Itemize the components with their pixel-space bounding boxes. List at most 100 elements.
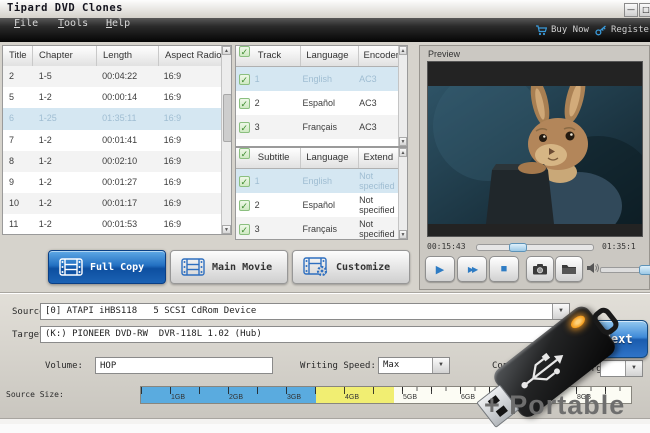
target-select[interactable]: (K:) PIONEER DVD-RW DVR-118L 1.02 (Hub) … (40, 326, 570, 343)
column-header-chapter[interactable]: Chapter (33, 46, 97, 66)
scroll-up-icon[interactable]: ▲ (399, 148, 407, 157)
seek-slider[interactable] (476, 243, 594, 252)
target-size-select[interactable]: ▼ (600, 360, 643, 377)
mode-label: Customize (336, 261, 391, 273)
key-icon (595, 25, 606, 35)
audio-scrollbar[interactable]: ▲ ▼ (398, 46, 407, 146)
select-all-subtitle-checkbox[interactable]: ✓ (238, 148, 250, 159)
table-row[interactable]: ✓ 1 English Not specified (236, 169, 407, 193)
titles-table: Title Chapter Length Aspect Radio 2 1-5 … (2, 45, 232, 235)
ruler-tick-label: 3GB (286, 394, 301, 401)
chevron-down-icon[interactable]: ▼ (432, 358, 449, 373)
open-folder-button[interactable] (555, 256, 583, 282)
video-frame (427, 61, 643, 237)
scroll-up-icon[interactable]: ▲ (222, 46, 231, 55)
play-button[interactable]: ▶ (425, 256, 455, 282)
track-checkbox[interactable]: ✓ (238, 73, 250, 85)
minimize-button[interactable]: — (624, 3, 638, 17)
preview-label: Preview (428, 49, 461, 59)
buy-now-button[interactable]: Buy Now (535, 18, 589, 42)
column-header-language[interactable]: Language (301, 148, 359, 168)
table-row[interactable]: 2 1-5 00:04:22 16:9 (3, 66, 221, 88)
portable-caption: + Portable (484, 390, 626, 420)
subtitle-scrollbar[interactable]: ▲ ▼ (398, 148, 407, 239)
table-row[interactable]: 8 1-2 00:02:10 16:9 (3, 150, 221, 172)
mode-main-movie-button[interactable]: Main Movie (170, 250, 288, 284)
folder-icon (562, 265, 576, 274)
table-row[interactable]: ✓ 3 Français Not specified (236, 217, 407, 239)
titles-table-body: 2 1-5 00:04:22 16:9 5 1-2 00:00:14 16:9 … (3, 66, 221, 234)
column-header-title[interactable]: Title (3, 46, 33, 66)
scroll-up-icon[interactable]: ▲ (399, 46, 407, 55)
scroll-down-icon[interactable]: ▼ (399, 137, 407, 146)
title-bar: Tipard DVD Clones — □ (0, 0, 650, 19)
app-window: Tipard DVD Clones — □ File Tools Help Bu… (0, 0, 650, 433)
subtitle-checkbox[interactable]: ✓ (238, 223, 250, 235)
menu-item-help[interactable]: Help (100, 18, 136, 42)
mode-customize-button[interactable]: Customize (292, 250, 410, 284)
scroll-down-icon[interactable]: ▼ (399, 230, 407, 239)
column-header-track[interactable]: Track (253, 46, 302, 66)
column-header-aspect[interactable]: Aspect Radio (159, 46, 223, 66)
column-header-length[interactable]: Length (97, 46, 159, 66)
volume-thumb[interactable] (639, 265, 650, 275)
writing-speed-label: Writing Speed: (300, 361, 376, 371)
total-time: 01:35:1 (602, 242, 636, 251)
preview-panel: Preview 00:15:43 01:35:1 ▶ ▶▶ ■ (419, 45, 650, 290)
menu-item-tools[interactable]: Tools (52, 18, 94, 42)
movie-still (428, 86, 642, 224)
scroll-thumb[interactable] (223, 94, 231, 142)
window-title: Tipard DVD Clones (7, 2, 123, 14)
column-header-subtitle[interactable]: Subtitle (253, 148, 302, 168)
track-checkbox[interactable]: ✓ (238, 97, 250, 109)
speaker-icon (587, 263, 599, 273)
subtitle-table-header: ✓ Subtitle Language Extend (236, 148, 407, 169)
source-select[interactable]: [0] ATAPI iHBS118 5 SCSI CdRom Device ▼ (40, 303, 570, 320)
table-row[interactable]: 9 1-2 00:01:27 16:9 (3, 172, 221, 193)
register-button[interactable]: Register (595, 18, 650, 42)
fast-forward-button[interactable]: ▶▶ (457, 256, 487, 282)
snapshot-button[interactable] (526, 256, 554, 282)
mode-label: Main Movie (212, 261, 273, 273)
letterbox-top (428, 62, 642, 86)
writing-speed-select[interactable]: Max ▼ (378, 357, 450, 374)
audio-table-body: ✓ 1 English AC3 ✓ 2 Español AC3 ✓ 3 Fran… (236, 67, 407, 146)
stop-button[interactable]: ■ (489, 256, 519, 282)
mode-full-copy-button[interactable]: Full Copy (48, 250, 166, 284)
table-row[interactable]: ✓ 2 Español AC3 (236, 91, 407, 115)
subtitle-table: ✓ Subtitle Language Extend ✓ 1 English N… (235, 147, 408, 240)
cart-icon (536, 24, 547, 35)
select-all-audio-checkbox[interactable]: ✓ (238, 46, 250, 57)
maximize-button[interactable]: □ (639, 3, 650, 17)
scroll-down-icon[interactable]: ▼ (222, 225, 231, 234)
volume-input[interactable] (95, 357, 273, 374)
subtitle-checkbox[interactable]: ✓ (238, 175, 250, 187)
filmstrip-icon (59, 258, 83, 276)
table-row[interactable]: 10 1-2 00:01:17 16:9 (3, 193, 221, 215)
menu-item-file[interactable]: File (8, 18, 44, 42)
camera-icon (533, 264, 547, 275)
table-row[interactable]: ✓ 3 Français AC3 (236, 115, 407, 139)
table-row[interactable]: 11 1-2 00:01:53 16:9 (3, 214, 221, 234)
column-header-language[interactable]: Language (301, 46, 359, 66)
table-row[interactable]: 5 1-2 00:00:14 16:9 (3, 87, 221, 108)
table-row[interactable]: 6 1-25 01:35:11 16:9 (3, 108, 221, 130)
titles-scrollbar[interactable]: ▲ ▼ (221, 46, 231, 234)
subtitle-checkbox[interactable]: ✓ (238, 199, 250, 211)
elapsed-time: 00:15:43 (427, 242, 466, 251)
source-size-label: Source Size: (6, 390, 64, 399)
track-checkbox[interactable]: ✓ (238, 121, 250, 133)
chevron-down-icon[interactable]: ▼ (625, 361, 642, 376)
volume-slider[interactable] (600, 265, 650, 275)
ruler-tick-label: 2GB (228, 394, 243, 401)
audio-track-table: ✓ Track Language Encoder ✓ 1 English AC3… (235, 45, 408, 147)
table-row[interactable]: ✓ 4 English AC3 (236, 139, 407, 146)
subtitle-table-body: ✓ 1 English Not specified ✓ 2 Español No… (236, 169, 407, 239)
filmstrip-gear-icon (303, 257, 328, 277)
titles-table-header: Title Chapter Length Aspect Radio (3, 46, 231, 67)
seek-thumb[interactable] (509, 243, 528, 252)
table-row[interactable]: ✓ 1 English AC3 (236, 67, 407, 91)
letterbox-bottom (428, 222, 642, 236)
table-row[interactable]: 7 1-2 00:01:41 16:9 (3, 130, 221, 151)
table-row[interactable]: ✓ 2 Español Not specified (236, 193, 407, 217)
